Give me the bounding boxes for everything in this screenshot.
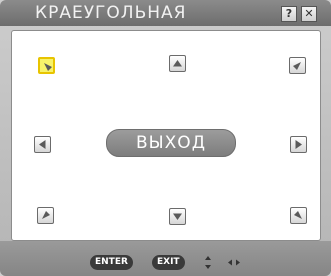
corner-key-bottom-right[interactable] — [290, 207, 307, 224]
corner-key-top-left[interactable] — [38, 57, 55, 74]
exit-button[interactable]: ВЫХОД — [106, 129, 236, 157]
close-button[interactable]: ✕ — [301, 6, 317, 22]
enter-key-badge: ENTER — [90, 255, 133, 270]
window-title: КРАЕУГОЛЬНАЯ — [35, 3, 187, 23]
arrow-up-left-icon — [294, 211, 302, 219]
title-bar: КРАЕУГОЛЬНАЯ ? ✕ — [0, 0, 331, 26]
corner-key-bottom-center[interactable] — [169, 208, 186, 225]
exit-key-badge: EXIT — [152, 255, 185, 270]
arrow-down-left-icon — [293, 62, 301, 70]
arrow-up-right-icon — [42, 211, 50, 219]
corner-key-middle-right[interactable] — [290, 136, 307, 153]
arrow-left-icon — [39, 140, 46, 149]
corner-key-middle-left[interactable] — [34, 136, 51, 153]
arrow-down-right-icon — [44, 63, 52, 71]
corner-key-top-right[interactable] — [289, 57, 306, 74]
arrow-right-icon — [295, 140, 302, 149]
keystone-osd-window: КРАЕУГОЛЬНАЯ ? ✕ ВЫХОД ENTER EXIT — [0, 0, 331, 276]
arrow-up-icon — [173, 60, 182, 67]
footer-hints: ENTER EXIT — [0, 241, 331, 276]
help-button[interactable]: ? — [281, 6, 297, 22]
left-right-arrows-icon — [228, 259, 240, 266]
arrow-down-icon — [173, 213, 182, 220]
up-down-arrows-icon — [205, 256, 211, 269]
corner-key-bottom-left[interactable] — [37, 207, 54, 224]
corner-key-top-center[interactable] — [169, 55, 186, 72]
